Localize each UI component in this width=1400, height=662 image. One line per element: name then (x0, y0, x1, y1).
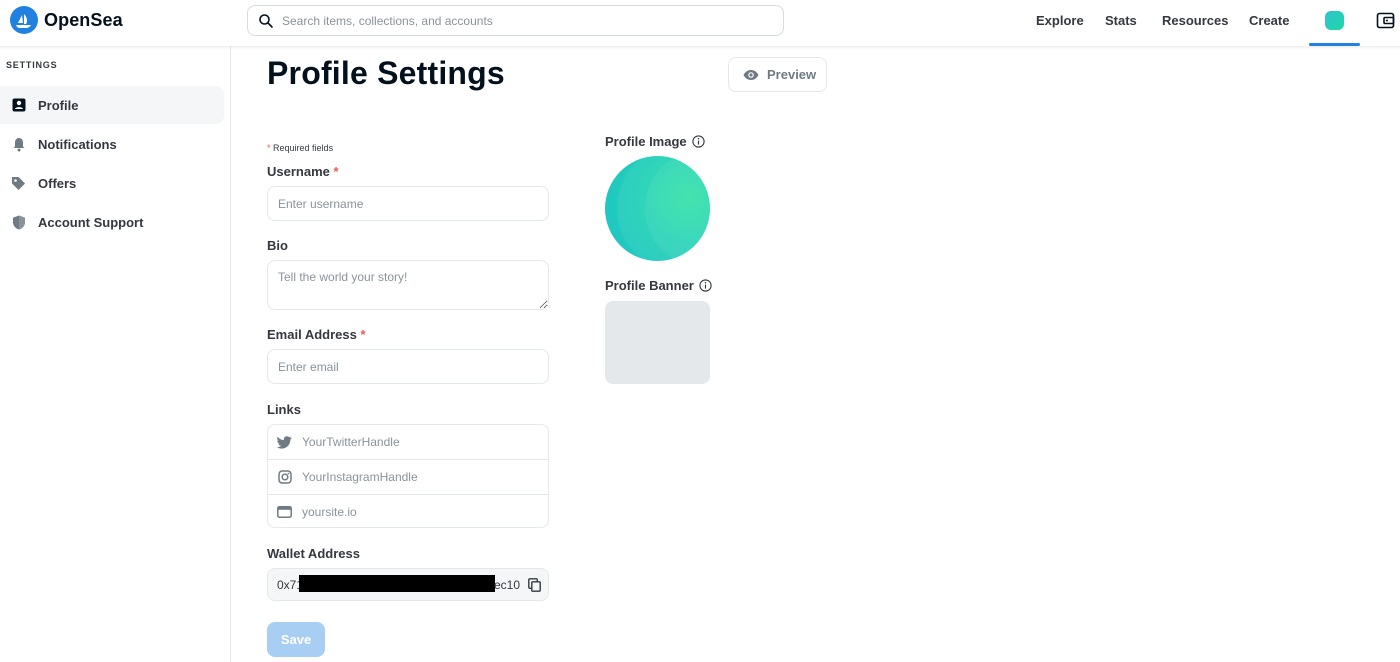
tag-icon (11, 176, 26, 191)
website-field[interactable] (302, 504, 532, 519)
sidebar-item-label: Profile (38, 97, 79, 113)
required-fields-note: * Required fields (267, 143, 333, 153)
required-marker: * (360, 327, 366, 342)
website-icon (277, 504, 292, 519)
nav-create-link[interactable]: Create (1249, 13, 1289, 28)
bio-label: Bio (267, 238, 288, 253)
copy-icon[interactable] (528, 578, 541, 592)
instagram-icon (277, 469, 292, 484)
opensea-logo-icon (10, 6, 38, 34)
nav-resources-link[interactable]: Resources (1162, 13, 1228, 28)
search-bar[interactable] (247, 5, 784, 36)
profile-banner-label: Profile Banner (605, 278, 712, 293)
profile-banner-upload[interactable] (605, 301, 710, 384)
search-icon (259, 13, 273, 28)
website-link-row[interactable] (268, 494, 548, 527)
sidebar-item-profile[interactable]: Profile (0, 86, 224, 124)
top-navbar: OpenSea Explore Stats Resources Create (0, 0, 1400, 46)
instagram-link-row[interactable] (268, 459, 548, 493)
profile-icon (11, 98, 26, 113)
wallet-address-field: 0x71 ec10 (267, 568, 549, 601)
sidebar-item-offers[interactable]: Offers (0, 164, 224, 202)
search-input[interactable] (282, 13, 762, 28)
wallet-address-suffix: ec10 (494, 578, 521, 592)
bell-icon (11, 137, 26, 152)
sidebar-item-notifications[interactable]: Notifications (0, 125, 224, 163)
sidebar-item-label: Offers (38, 175, 77, 191)
wallet-address-label: Wallet Address (267, 546, 360, 561)
twitter-field[interactable] (302, 435, 532, 449)
profile-banner-label-text: Profile Banner (605, 278, 694, 293)
links-label: Links (267, 402, 301, 417)
profile-image-upload[interactable] (605, 156, 710, 261)
sidebar-item-account-support[interactable]: Account Support (0, 203, 224, 241)
email-field[interactable] (267, 349, 549, 384)
info-icon[interactable] (691, 135, 705, 148)
brand[interactable]: OpenSea (10, 6, 123, 34)
nav-explore-link[interactable]: Explore (1036, 13, 1084, 28)
brand-name: OpenSea (44, 9, 123, 30)
eye-icon (743, 69, 759, 80)
links-group (267, 424, 549, 528)
twitter-link-row[interactable] (268, 425, 548, 459)
profile-image-label: Profile Image (605, 134, 705, 149)
twitter-icon (277, 435, 292, 450)
sidebar-item-label: Notifications (38, 136, 117, 152)
instagram-field[interactable] (302, 469, 532, 484)
email-label: Email Address * (267, 327, 366, 342)
profile-image-label-text: Profile Image (605, 134, 687, 149)
page-title: Profile Settings (267, 55, 505, 91)
shield-icon (11, 215, 26, 230)
email-label-text: Email Address (267, 327, 357, 342)
required-note-text: Required fields (273, 143, 334, 153)
active-nav-indicator (1309, 43, 1360, 46)
preview-button[interactable]: Preview (728, 57, 827, 92)
settings-sidebar: SETTINGS Profile Notifications Offers Ac… (0, 46, 231, 662)
required-marker: * (333, 164, 339, 179)
username-label: Username * (267, 164, 339, 179)
required-marker: * (267, 143, 271, 153)
sidebar-item-label: Account Support (38, 214, 144, 230)
username-label-text: Username (267, 164, 330, 179)
sidebar-heading: SETTINGS (6, 60, 58, 70)
info-icon[interactable] (699, 279, 712, 292)
nav-stats-link[interactable]: Stats (1105, 13, 1137, 28)
wallet-icon[interactable] (1376, 11, 1395, 30)
bio-field[interactable] (267, 260, 549, 310)
preview-label: Preview (767, 67, 817, 82)
wallet-address-redaction (299, 575, 495, 592)
save-button[interactable]: Save (267, 622, 325, 657)
user-avatar-icon[interactable] (1325, 11, 1344, 30)
username-field[interactable] (267, 186, 549, 221)
